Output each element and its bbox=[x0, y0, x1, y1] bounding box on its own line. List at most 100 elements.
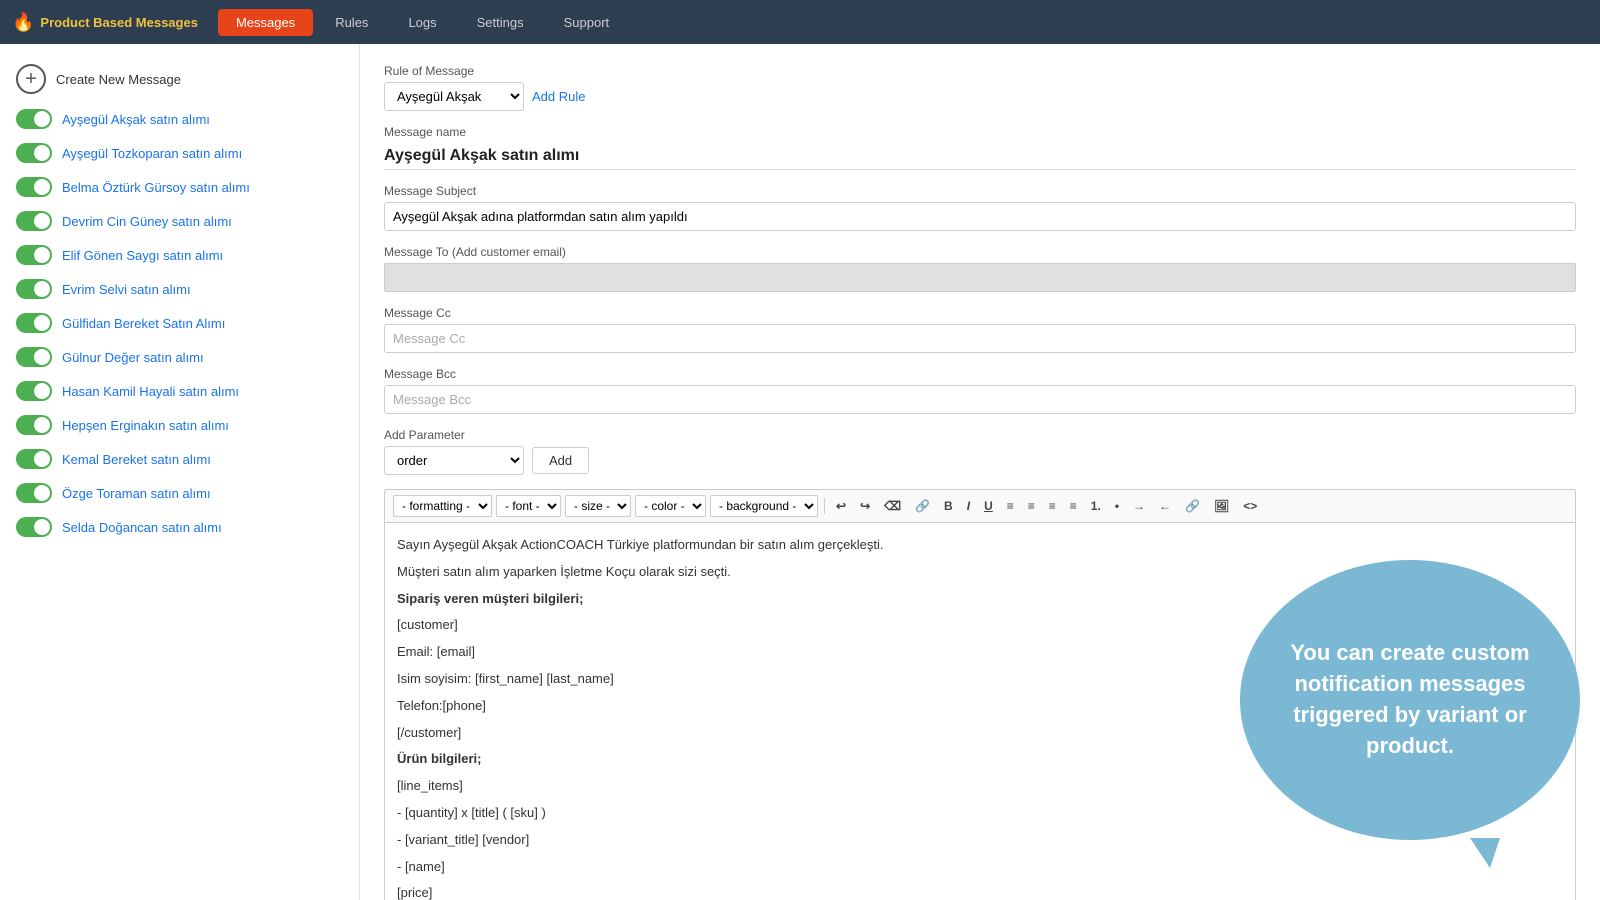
add-parameter-section: Add Parameter order Add bbox=[384, 428, 1576, 475]
link-button[interactable]: 🔗 bbox=[1180, 497, 1205, 515]
sidebar-item-label[interactable]: Hepşen Erginakın satın alımı bbox=[62, 418, 229, 433]
sidebar-item-label[interactable]: Kemal Bereket satın alımı bbox=[62, 452, 211, 467]
sidebar-items-container: Ayşegül Akşak satın alımı Ayşegül Tozkopa… bbox=[0, 102, 359, 544]
message-subject-section: Message Subject bbox=[384, 184, 1576, 231]
message-cc-label: Message Cc bbox=[384, 306, 1576, 320]
message-subject-input[interactable] bbox=[384, 202, 1576, 231]
message-name-label: Message name bbox=[384, 125, 1576, 139]
parameter-select[interactable]: order bbox=[384, 446, 524, 475]
formatting-select[interactable]: - formatting - bbox=[393, 495, 492, 517]
ordered-list-button[interactable]: 1. bbox=[1086, 497, 1106, 515]
align-right-button[interactable]: ≡ bbox=[1044, 497, 1061, 515]
toggle[interactable] bbox=[16, 483, 52, 503]
font-select[interactable]: - font - bbox=[496, 495, 561, 517]
toggle[interactable] bbox=[16, 347, 52, 367]
remove-format-button[interactable]: ⌫ bbox=[879, 497, 906, 515]
toggle[interactable] bbox=[16, 449, 52, 469]
list-item[interactable]: Hasan Kamil Hayali satın alımı bbox=[0, 374, 359, 408]
toggle[interactable] bbox=[16, 245, 52, 265]
tooltip-bubble: You can create custom notification messa… bbox=[1240, 560, 1580, 840]
toggle[interactable] bbox=[16, 279, 52, 299]
sidebar-item-label[interactable]: Selda Doğancan satın alımı bbox=[62, 520, 222, 535]
source-button[interactable]: <> bbox=[1238, 497, 1262, 515]
sidebar-item-label[interactable]: Gülnur Değer satın alımı bbox=[62, 350, 204, 365]
sidebar-item-label[interactable]: Ayşegül Tozkoparan satın alımı bbox=[62, 146, 242, 161]
create-icon: + bbox=[16, 64, 46, 94]
image-button[interactable]: 🖼 bbox=[1209, 497, 1234, 515]
size-select[interactable]: - size - bbox=[565, 495, 631, 517]
message-to-section: Message To (Add customer email) ████████… bbox=[384, 245, 1576, 292]
toggle[interactable] bbox=[16, 143, 52, 163]
list-item[interactable]: Hepşen Erginakın satın alımı bbox=[0, 408, 359, 442]
sidebar-item-label[interactable]: Belma Öztürk Gürsoy satın alımı bbox=[62, 180, 250, 195]
align-center-button[interactable]: ≡ bbox=[1023, 497, 1040, 515]
toggle[interactable] bbox=[16, 381, 52, 401]
align-left-button[interactable]: ≡ bbox=[1002, 497, 1019, 515]
unlink-button[interactable]: 🔗 bbox=[910, 497, 935, 515]
toggle[interactable] bbox=[16, 109, 52, 129]
sidebar-item-label[interactable]: Devrim Cin Güney satın alımı bbox=[62, 214, 232, 229]
main-layout: + Create New Message Ayşegül Akşak satın… bbox=[0, 44, 1600, 900]
editor-line: Sayın Ayşegül Akşak ActionCOACH Türkiye … bbox=[397, 535, 1563, 556]
nav-tab-settings[interactable]: Settings bbox=[459, 9, 542, 36]
editor-toolbar: - formatting - - font - - size - - color… bbox=[384, 489, 1576, 522]
editor-line: - [name] bbox=[397, 857, 1563, 878]
color-select[interactable]: - color - bbox=[635, 495, 706, 517]
list-item[interactable]: Selda Doğancan satın alımı bbox=[0, 510, 359, 544]
message-bcc-input[interactable] bbox=[384, 385, 1576, 414]
nav-tab-logs[interactable]: Logs bbox=[390, 9, 454, 36]
toggle[interactable] bbox=[16, 313, 52, 333]
outdent-button[interactable]: ← bbox=[1154, 497, 1176, 515]
message-to-input[interactable]: ██████████████████████████████████ bbox=[384, 263, 1576, 292]
bold-button[interactable]: B bbox=[939, 497, 958, 515]
top-bar: 🔥 Product Based Messages MessagesRulesLo… bbox=[0, 0, 1600, 44]
indent-button[interactable]: → bbox=[1128, 497, 1150, 515]
list-item[interactable]: Belma Öztürk Gürsoy satın alımı bbox=[0, 170, 359, 204]
background-select[interactable]: - background - bbox=[710, 495, 818, 517]
app-title: Product Based Messages bbox=[40, 15, 198, 30]
app-logo: 🔥 Product Based Messages bbox=[12, 12, 214, 33]
toggle[interactable] bbox=[16, 415, 52, 435]
unordered-list-button[interactable]: • bbox=[1110, 497, 1124, 515]
list-item[interactable]: Evrim Selvi satın alımı bbox=[0, 272, 359, 306]
list-item[interactable]: Gülfidan Bereket Satın Alımı bbox=[0, 306, 359, 340]
italic-button[interactable]: I bbox=[962, 497, 975, 515]
rule-select[interactable]: Ayşegül Akşak bbox=[384, 82, 524, 111]
sidebar-item-label[interactable]: Özge Toraman satın alımı bbox=[62, 486, 211, 501]
underline-button[interactable]: U bbox=[979, 497, 998, 515]
sidebar-item-label[interactable]: Evrim Selvi satın alımı bbox=[62, 282, 191, 297]
toggle[interactable] bbox=[16, 211, 52, 231]
message-cc-input[interactable] bbox=[384, 324, 1576, 353]
add-parameter-label: Add Parameter bbox=[384, 428, 1576, 442]
nav-tab-messages[interactable]: Messages bbox=[218, 9, 313, 36]
nav-tabs: MessagesRulesLogsSettingsSupport bbox=[218, 9, 627, 36]
align-justify-button[interactable]: ≡ bbox=[1065, 497, 1082, 515]
nav-tab-rules[interactable]: Rules bbox=[317, 9, 386, 36]
sidebar-item-label[interactable]: Elif Gönen Saygı satın alımı bbox=[62, 248, 223, 263]
list-item[interactable]: Gülnur Değer satın alımı bbox=[0, 340, 359, 374]
list-item[interactable]: Devrim Cin Güney satın alımı bbox=[0, 204, 359, 238]
list-item[interactable]: Elif Gönen Saygı satın alımı bbox=[0, 238, 359, 272]
undo-button[interactable]: ↩ bbox=[831, 497, 851, 515]
sidebar: + Create New Message Ayşegül Akşak satın… bbox=[0, 44, 360, 900]
add-parameter-button[interactable]: Add bbox=[532, 447, 589, 474]
sidebar-item-label[interactable]: Hasan Kamil Hayali satın alımı bbox=[62, 384, 239, 399]
create-new-button[interactable]: + Create New Message bbox=[0, 56, 359, 102]
add-rule-link[interactable]: Add Rule bbox=[532, 89, 585, 104]
message-bcc-label: Message Bcc bbox=[384, 367, 1576, 381]
toolbar-divider-1 bbox=[824, 498, 825, 514]
toggle[interactable] bbox=[16, 517, 52, 537]
toggle[interactable] bbox=[16, 177, 52, 197]
editor-line: [price] bbox=[397, 883, 1563, 900]
redo-button[interactable]: ↪ bbox=[855, 497, 875, 515]
list-item[interactable]: Özge Toraman satın alımı bbox=[0, 476, 359, 510]
sidebar-item-label[interactable]: Gülfidan Bereket Satın Alımı bbox=[62, 316, 225, 331]
list-item[interactable]: Ayşegül Tozkoparan satın alımı bbox=[0, 136, 359, 170]
nav-tab-support[interactable]: Support bbox=[546, 9, 628, 36]
message-subject-label: Message Subject bbox=[384, 184, 1576, 198]
list-item[interactable]: Ayşegül Akşak satın alımı bbox=[0, 102, 359, 136]
create-new-label: Create New Message bbox=[56, 72, 181, 87]
content-area: Rule of Message Ayşegül Akşak Add Rule M… bbox=[360, 44, 1600, 900]
list-item[interactable]: Kemal Bereket satın alımı bbox=[0, 442, 359, 476]
sidebar-item-label[interactable]: Ayşegül Akşak satın alımı bbox=[62, 112, 210, 127]
